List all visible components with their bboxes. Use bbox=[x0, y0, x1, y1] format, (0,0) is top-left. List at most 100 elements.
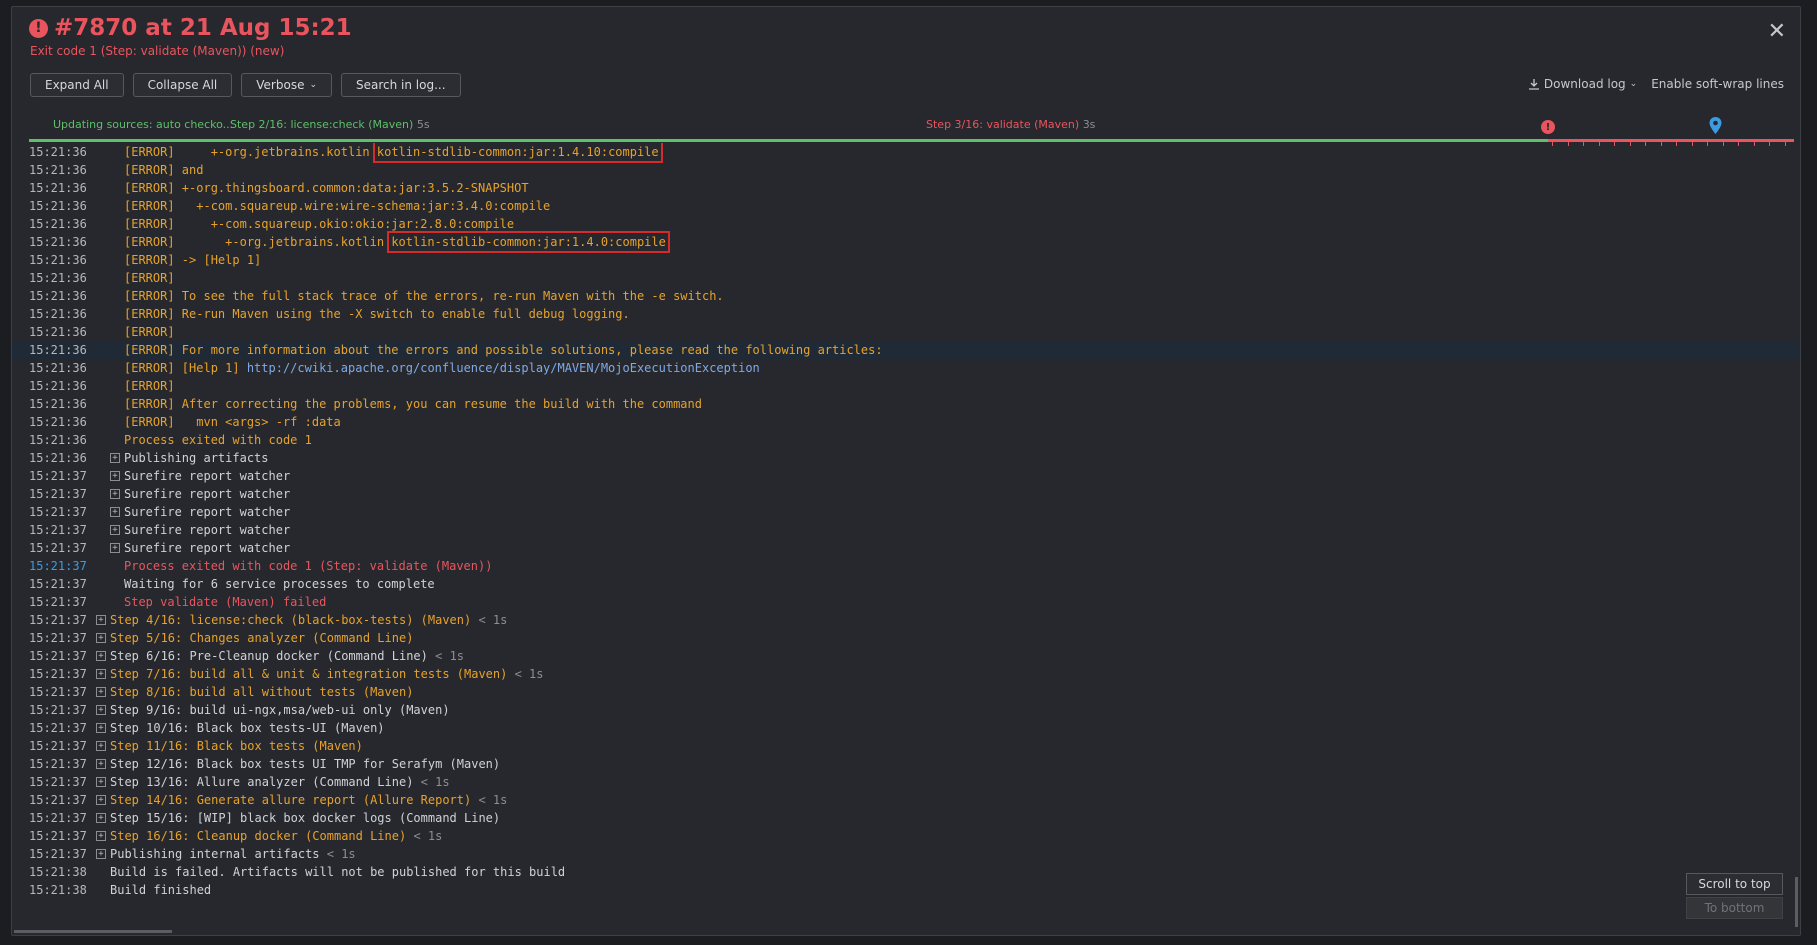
log-line: 15:21:37 + Step 11/16: Black box tests (Ma… bbox=[12, 737, 1800, 755]
timeline-error-icon[interactable]: ! bbox=[1541, 120, 1555, 134]
log-text: Step 8/16: build all without tests (Mave… bbox=[110, 685, 414, 699]
expand-icon[interactable]: + bbox=[110, 453, 120, 463]
log-line: 15:21:37 + Step 6/16: Pre-Cleanup docker (… bbox=[12, 647, 1800, 665]
log-timestamp: 15:21:36 bbox=[29, 433, 87, 447]
close-icon[interactable]: ✕ bbox=[1768, 19, 1786, 44]
timeline-step-2[interactable]: Step 2/16: license:check (Maven) 5s bbox=[230, 118, 430, 131]
log-message: [ERROR] mvn <args> -rf :data bbox=[124, 413, 341, 431]
log-timestamp: 15:21:37 bbox=[29, 703, 87, 717]
timeline-step-2-label: Step 2/16: license:check (Maven) bbox=[230, 118, 414, 131]
log-timestamp: 15:21:37 bbox=[29, 541, 87, 555]
vertical-scrollbar[interactable] bbox=[1795, 877, 1798, 927]
expand-icon[interactable]: + bbox=[96, 705, 106, 715]
timeline-step-3-label: Step 3/16: validate (Maven) bbox=[926, 118, 1080, 131]
log-timestamp: 15:21:37 bbox=[29, 523, 87, 537]
log-message: Surefire report watcher bbox=[124, 539, 290, 557]
search-in-log-button[interactable]: Search in log... bbox=[341, 73, 461, 97]
download-log-button[interactable]: Download log ⌄ bbox=[1528, 77, 1637, 91]
expand-icon[interactable]: + bbox=[96, 813, 106, 823]
expand-icon[interactable]: + bbox=[96, 633, 106, 643]
expand-icon[interactable]: + bbox=[96, 669, 106, 679]
log-text: [ERROR] After correcting the problems, y… bbox=[124, 397, 702, 411]
horizontal-scrollbar[interactable] bbox=[14, 930, 172, 933]
log-viewer[interactable]: 15:21:36 [ERROR] +-org.jetbrains.kotlin k… bbox=[12, 143, 1800, 923]
log-timestamp: 15:21:37 bbox=[29, 721, 87, 735]
log-message: [ERROR] After correcting the problems, y… bbox=[124, 395, 702, 413]
log-timestamp: 15:21:37 bbox=[29, 631, 87, 645]
log-link[interactable]: http://cwiki.apache.org/confluence/displ… bbox=[247, 361, 760, 375]
location-pin-icon[interactable] bbox=[1709, 117, 1722, 134]
log-message: Step 7/16: build all & unit & integratio… bbox=[110, 665, 543, 683]
expand-all-button[interactable]: Expand All bbox=[30, 73, 124, 97]
log-line: 15:21:37 Waiting for 6 service processes … bbox=[12, 575, 1800, 593]
expand-icon[interactable]: + bbox=[96, 615, 106, 625]
title-row: ! #7870 at 21 Aug 15:21 bbox=[29, 15, 352, 41]
log-text: Build finished bbox=[110, 883, 212, 897]
log-text: Process exited with code 1 bbox=[124, 433, 312, 447]
timeline-step-3[interactable]: Step 3/16: validate (Maven) 3s bbox=[926, 118, 1095, 131]
log-text: [ERROR] Re-run Maven using the -X switch… bbox=[124, 307, 630, 321]
expand-icon[interactable]: + bbox=[110, 489, 120, 499]
log-text: Build is failed. Artifacts will not be p… bbox=[110, 865, 566, 879]
log-timestamp: 15:21:37 bbox=[29, 577, 87, 591]
log-timestamp: 15:21:37 bbox=[29, 775, 87, 789]
log-text: < 1s bbox=[507, 667, 544, 681]
timeline-bar-failure bbox=[1548, 139, 1794, 142]
expand-icon[interactable]: + bbox=[96, 777, 106, 787]
expand-icon[interactable]: + bbox=[96, 723, 106, 733]
verbose-dropdown[interactable]: Verbose ⌄ bbox=[241, 73, 332, 97]
log-line: 15:21:37 + Step 7/16: build all & unit & i… bbox=[12, 665, 1800, 683]
log-line: 15:21:37 + Surefire report watcher bbox=[12, 539, 1800, 557]
log-line: 15:21:36 [ERROR] bbox=[12, 377, 1800, 395]
log-message: Waiting for 6 service processes to compl… bbox=[124, 575, 435, 593]
log-line: 15:21:36 [ERROR] +-com.squareup.okio:okio… bbox=[12, 215, 1800, 233]
log-message: Step 6/16: Pre-Cleanup docker (Command L… bbox=[110, 647, 464, 665]
log-timestamp: 15:21:37 bbox=[29, 847, 87, 861]
log-text: Step 14/16: Generate allure report (Allu… bbox=[110, 793, 472, 807]
log-line: 15:21:37 + Step 16/16: Cleanup docker (Com… bbox=[12, 827, 1800, 845]
log-text: < 1s bbox=[413, 775, 450, 789]
log-text: Step 16/16: Cleanup docker (Command Line… bbox=[110, 829, 407, 843]
log-line: 15:21:36 [ERROR] bbox=[12, 323, 1800, 341]
log-text: < 1s bbox=[319, 847, 356, 861]
log-timestamp: 15:21:36 bbox=[29, 199, 87, 213]
log-text: [ERROR] +-com.squareup.wire:wire-schema:… bbox=[124, 199, 551, 213]
expand-icon[interactable]: + bbox=[96, 651, 106, 661]
expand-icon[interactable]: + bbox=[96, 759, 106, 769]
log-message: Step 12/16: Black box tests UI TMP for S… bbox=[110, 755, 500, 773]
expand-icon[interactable]: + bbox=[96, 795, 106, 805]
expand-icon[interactable]: + bbox=[110, 471, 120, 481]
download-icon bbox=[1528, 79, 1539, 90]
log-line: 15:21:36 Process exited with code 1 bbox=[12, 431, 1800, 449]
log-text: [ERROR] [Help 1] bbox=[124, 361, 247, 375]
scroll-to-bottom-button[interactable]: To bottom bbox=[1686, 897, 1783, 919]
log-text: Step 5/16: Changes analyzer (Command Lin… bbox=[110, 631, 414, 645]
log-message: Surefire report watcher bbox=[124, 521, 290, 539]
log-text: Surefire report watcher bbox=[124, 487, 291, 501]
expand-icon[interactable]: + bbox=[110, 543, 120, 553]
expand-icon[interactable]: + bbox=[96, 687, 106, 697]
scroll-to-top-button[interactable]: Scroll to top bbox=[1686, 873, 1783, 895]
log-text: < 1s bbox=[427, 649, 465, 663]
log-message: Step 15/16: [WIP] black box docker logs … bbox=[110, 809, 500, 827]
expand-icon[interactable]: + bbox=[110, 525, 120, 535]
expand-icon[interactable]: + bbox=[96, 849, 106, 859]
log-timestamp: 15:21:36 bbox=[29, 325, 87, 339]
collapse-all-button[interactable]: Collapse All bbox=[132, 73, 233, 97]
log-timestamp: 15:21:36 bbox=[29, 397, 87, 411]
log-timestamp: 15:21:37 bbox=[29, 793, 87, 807]
expand-icon[interactable]: + bbox=[96, 741, 106, 751]
log-text: < 1s bbox=[471, 793, 508, 807]
expand-icon[interactable]: + bbox=[110, 507, 120, 517]
log-text: [ERROR] bbox=[124, 379, 175, 393]
log-text: [ERROR] -> [Help 1] bbox=[124, 253, 262, 267]
build-status-subtitle: Exit code 1 (Step: validate (Maven)) (ne… bbox=[30, 44, 285, 58]
expand-icon[interactable]: + bbox=[96, 831, 106, 841]
log-message: [ERROR] To see the full stack trace of t… bbox=[124, 287, 724, 305]
timeline-step-updating-sources[interactable]: Updating sources: auto checko... bbox=[53, 118, 233, 131]
log-timestamp: 15:21:36 bbox=[29, 181, 87, 195]
log-message: [ERROR] +-org.jetbrains.kotlin kotlin-st… bbox=[124, 143, 663, 163]
soft-wrap-toggle[interactable]: Enable soft-wrap lines bbox=[1651, 77, 1784, 91]
log-timestamp: 15:21:37 bbox=[29, 829, 87, 843]
log-message: [ERROR] +-org.jetbrains.kotlin kotlin-st… bbox=[124, 231, 670, 253]
